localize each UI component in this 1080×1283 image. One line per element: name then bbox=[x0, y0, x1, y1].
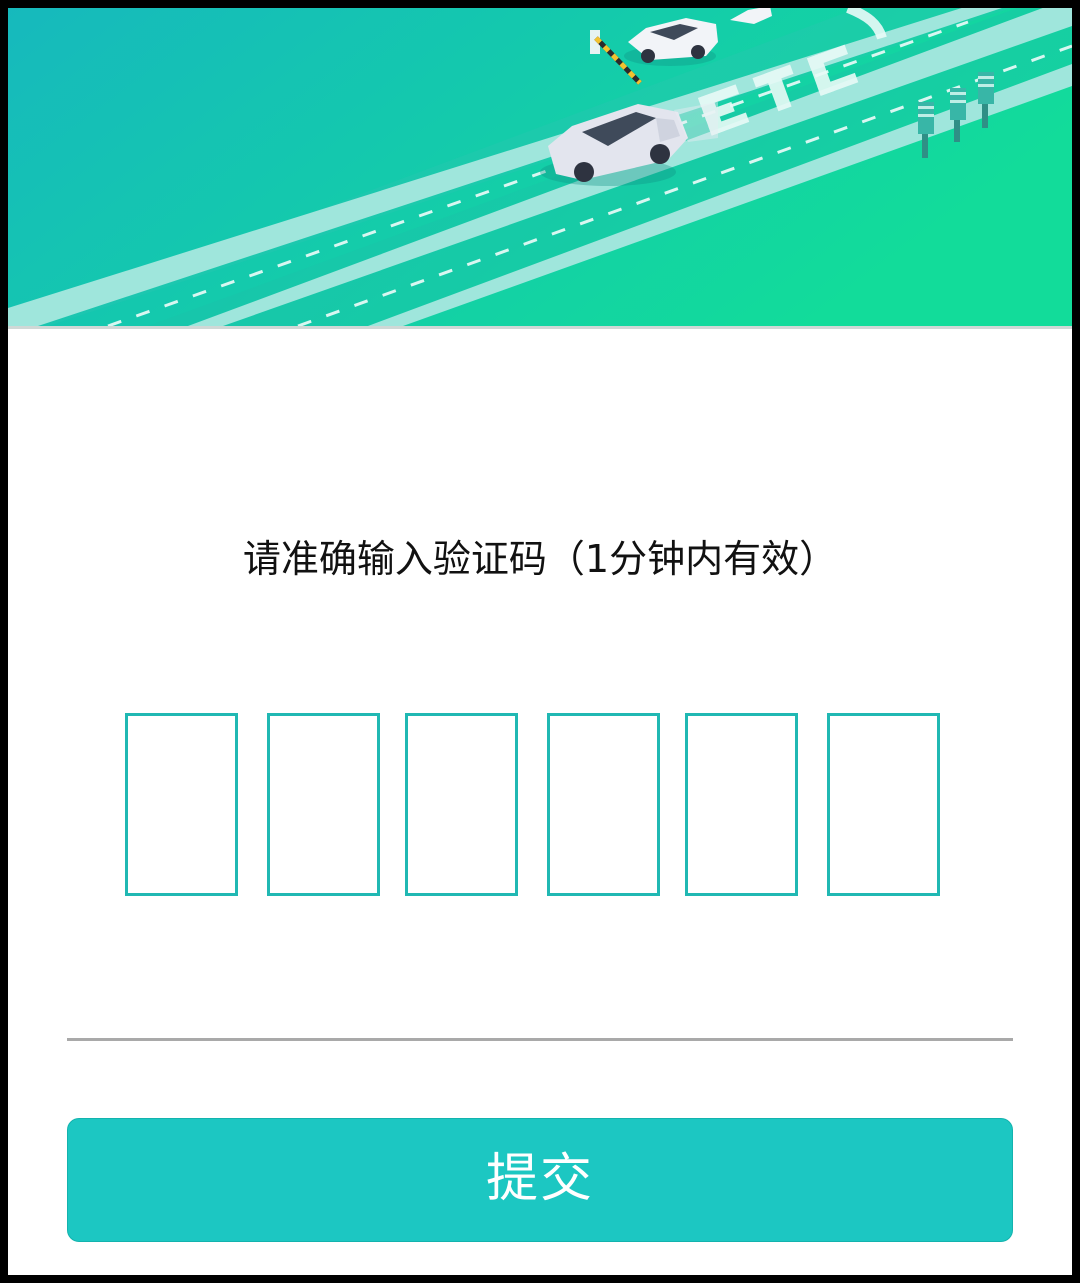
submit-button[interactable]: 提交 bbox=[67, 1118, 1013, 1242]
code-digit-3[interactable] bbox=[405, 713, 518, 896]
code-digit-1[interactable] bbox=[125, 713, 238, 896]
code-digit-5[interactable] bbox=[685, 713, 798, 896]
code-digit-6[interactable] bbox=[827, 713, 940, 896]
code-digit-2[interactable] bbox=[267, 713, 380, 896]
header-banner-illustration bbox=[8, 8, 1072, 329]
app-frame: 请准确输入验证码（1分钟内有效） 提交 bbox=[0, 0, 1080, 1283]
verification-instruction: 请准确输入验证码（1分钟内有效） bbox=[242, 537, 838, 581]
verification-code-inputs bbox=[8, 713, 1072, 899]
divider bbox=[67, 1038, 1013, 1041]
code-digit-4[interactable] bbox=[547, 713, 660, 896]
